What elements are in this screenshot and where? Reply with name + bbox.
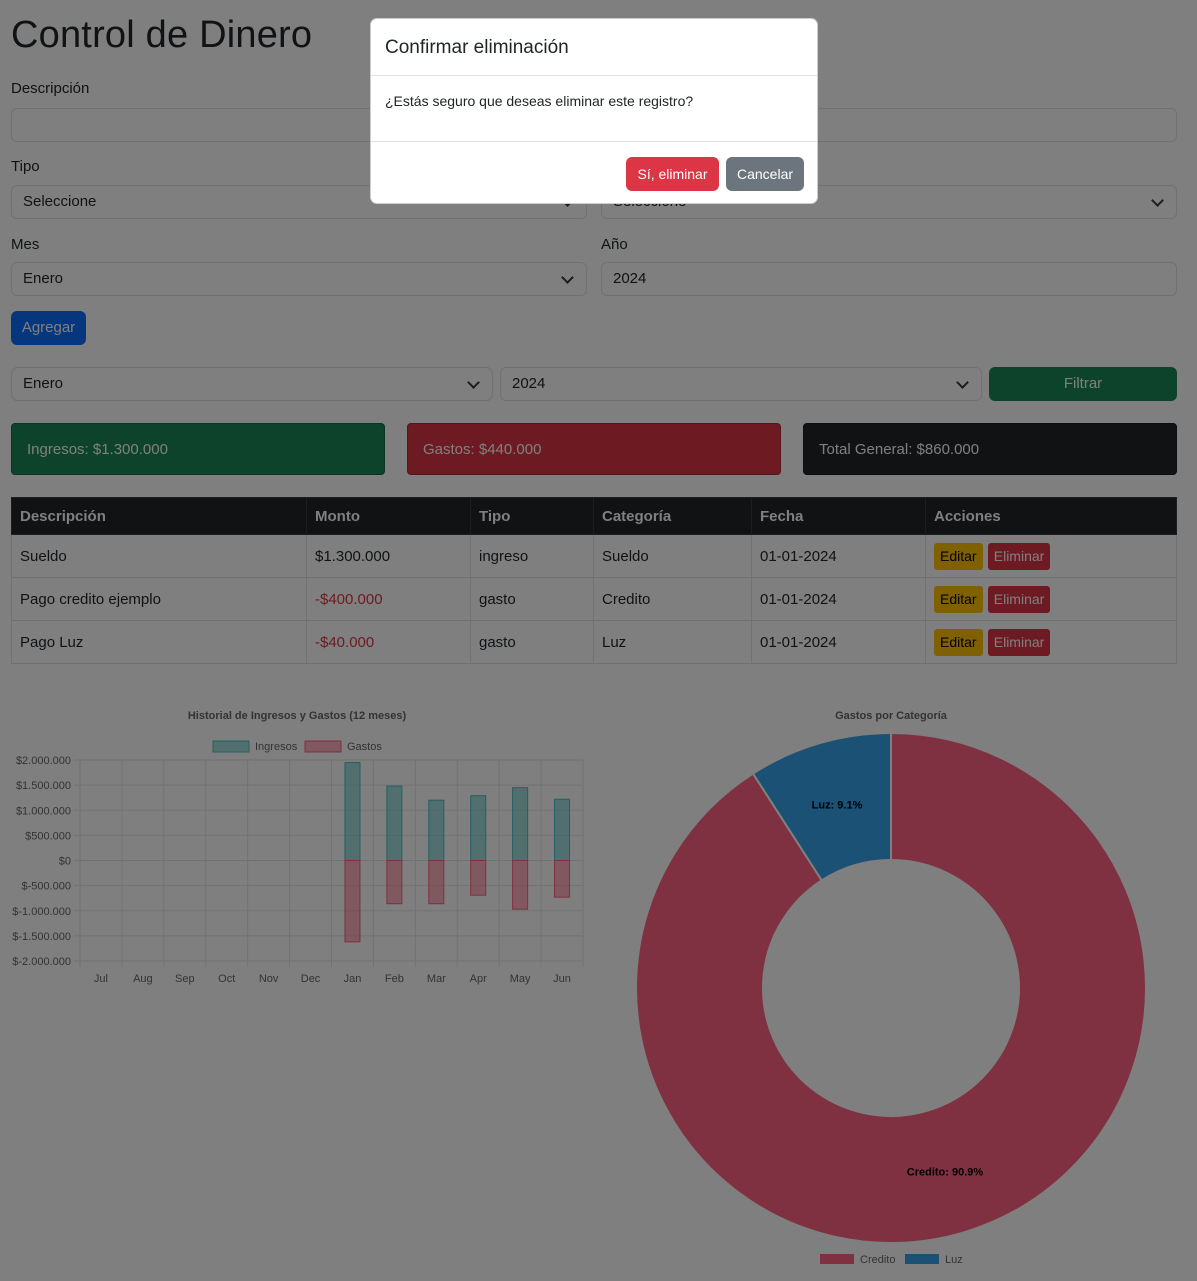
confirm-delete-modal: Confirmar eliminación ¿Estás seguro que …: [370, 18, 818, 204]
modal-title: Confirmar eliminación: [385, 37, 569, 58]
cancel-button[interactable]: Cancelar: [726, 157, 804, 191]
modal-footer: Sí, eliminar Cancelar: [371, 141, 817, 205]
modal-header: Confirmar eliminación: [371, 19, 817, 76]
modal-body-text: ¿Estás seguro que deseas eliminar este r…: [385, 93, 694, 109]
confirm-delete-button[interactable]: Sí, eliminar: [626, 157, 719, 191]
